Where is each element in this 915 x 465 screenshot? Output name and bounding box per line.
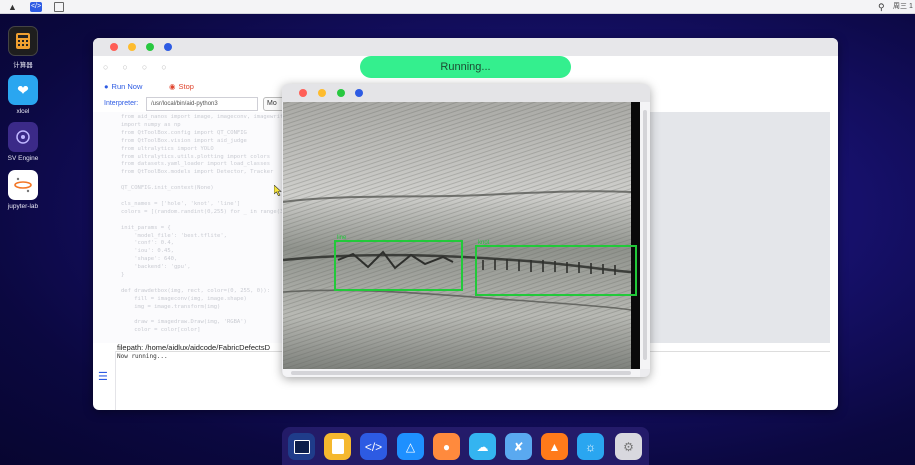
code-line: from QtToolBox.vision import aid_judge — [121, 137, 247, 144]
stop-icon: ◉ — [169, 82, 176, 91]
dock: </> △ ● ☁ ✘ ▲ ☼ ⚙ — [282, 427, 649, 465]
code-line: cls_names = ['hole', 'knot', 'line'] — [121, 200, 241, 207]
code-line: from ultralytics.utils.plotting import c… — [121, 153, 271, 160]
code-line: init_params = { — [121, 224, 171, 231]
code-line: draw = imagedraw.Draw(img, 'RGBA') — [121, 319, 247, 326]
run-now-label: Run Now — [111, 82, 143, 91]
terminal-icon[interactable] — [54, 2, 64, 12]
code-line: from datasets.yaml_loader import load_cl… — [121, 161, 271, 168]
extra-icon[interactable] — [164, 43, 172, 51]
maximize-icon[interactable] — [337, 89, 345, 97]
vertical-scrollbar[interactable] — [640, 102, 650, 369]
browser-app-icon[interactable]: ☼ — [577, 433, 604, 460]
files-app-icon[interactable] — [324, 433, 351, 460]
image-viewer-window: line knot — [282, 84, 650, 377]
code-line: color = color[color] — [121, 327, 201, 334]
heart-icon: ❤ — [8, 75, 38, 105]
code-line: from QtToolBox.models import Detector, T… — [121, 169, 274, 176]
aidlux-app-icon[interactable]: ▲ — [541, 433, 568, 460]
code-line: 'backend': 'gpu', — [121, 264, 191, 271]
console-divider — [115, 351, 116, 410]
mouse-cursor-icon — [274, 185, 282, 196]
menu-icon[interactable]: ☰ — [98, 372, 108, 383]
code-line: colors = [(random.randint(0,255) for _ i… — [121, 208, 294, 215]
code-line: 'shape': 640, — [121, 256, 178, 263]
console-output-text: Now running... — [117, 353, 168, 360]
code-icon[interactable]: </> — [30, 2, 42, 12]
code-line: } — [121, 272, 125, 278]
tools-app-icon[interactable]: ✘ — [505, 433, 532, 460]
editor-side-panel — [646, 112, 830, 343]
code-line: 'conf': 0.4, — [121, 240, 174, 247]
code-line: from aid_nanos import image, imageconv, … — [121, 114, 287, 120]
terminal-app-icon[interactable] — [288, 433, 315, 460]
play-icon: ● — [104, 82, 109, 91]
close-icon[interactable] — [110, 43, 118, 51]
vertical-scroll-thumb[interactable] — [643, 110, 647, 360]
stop-button[interactable]: ◉ Stop — [169, 82, 194, 91]
run-now-button[interactable]: ● Run Now — [104, 82, 142, 91]
stop-label: Stop — [178, 82, 194, 91]
code-line: fill = imageconv(img, image.shape) — [121, 295, 247, 302]
running-status-pill: Running... — [360, 56, 571, 78]
horizontal-scroll-thumb[interactable] — [291, 371, 631, 375]
desktop-icon-label: SV Engine — [7, 155, 39, 162]
detection-label: line — [337, 235, 347, 241]
jupyter-icon — [8, 170, 38, 200]
extra-icon[interactable] — [355, 89, 363, 97]
close-icon[interactable] — [299, 89, 307, 97]
interpreter-field[interactable]: /usr/local/bin/aid-python3 — [146, 97, 258, 111]
detection-image: line knot — [283, 102, 640, 369]
interpreter-label: Interpreter: — [104, 100, 139, 107]
viewer-title-bar — [282, 84, 650, 102]
toolbar-icons[interactable]: ○○○○ — [103, 62, 181, 72]
code-line: 'iou': 0.45, — [121, 248, 174, 255]
ide-title-bar — [93, 38, 838, 56]
code-line: from QtToolBox.config import QT_CONFIG — [121, 129, 247, 136]
maximize-icon[interactable] — [146, 43, 154, 51]
logo-icon[interactable]: ▲ — [8, 2, 20, 12]
desktop-icon-sv-engine[interactable]: SV Engine — [6, 122, 40, 162]
desktop-icon-jupyter[interactable]: jupyter-lab — [6, 170, 40, 210]
app-store-icon[interactable]: △ — [397, 433, 424, 460]
minimize-icon[interactable] — [128, 43, 136, 51]
cloud-app-icon[interactable]: ☁ — [469, 433, 496, 460]
settings-app-icon[interactable]: ⚙ — [615, 433, 642, 460]
search-icon[interactable]: ⚲ — [878, 2, 888, 12]
code-line: import numpy as np — [121, 121, 181, 128]
calculator-icon — [8, 26, 38, 56]
code-line: QT_CONFIG.init_context(None) — [121, 185, 214, 192]
detection-label: knot — [478, 240, 490, 246]
code-editor-app-icon[interactable]: </> — [360, 433, 387, 460]
horizontal-scrollbar[interactable] — [283, 369, 640, 377]
desktop-icon-calculator[interactable]: 计算器 — [6, 26, 40, 69]
desktop-icon-label: 计算器 — [13, 62, 33, 69]
desktop-icon-label: xlcel — [16, 108, 30, 115]
desktop-icon-xlcel[interactable]: ❤ xlcel — [6, 75, 40, 115]
clock: 周三 1 — [893, 3, 913, 10]
minimize-icon[interactable] — [318, 89, 326, 97]
code-line: img = image.transform(img) — [121, 303, 221, 310]
ideas-app-icon[interactable]: ● — [433, 433, 460, 460]
code-line: from ultralytics import YOLO — [121, 145, 214, 152]
code-line: def drawdetbox(img, rect, color=(0, 255,… — [121, 287, 271, 294]
sv-engine-icon — [8, 122, 38, 152]
desktop-icon-label: jupyter-lab — [7, 203, 39, 210]
code-line: 'model_file': 'best.tflite', — [121, 232, 227, 239]
top-menu-bar: ▲ </> ⚲ 周三 1 — [0, 0, 915, 14]
